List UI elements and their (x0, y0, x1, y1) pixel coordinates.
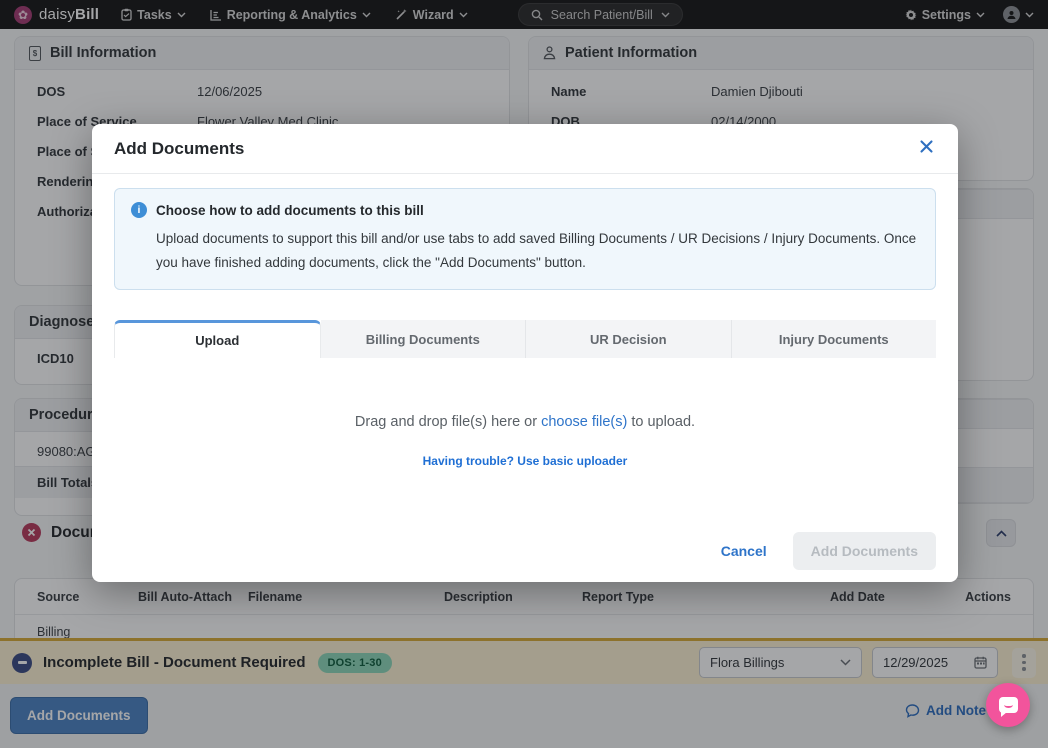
basic-uploader-link[interactable]: Having trouble? Use basic uploader (423, 454, 628, 468)
tab-upload[interactable]: Upload (114, 320, 321, 358)
modal-info-box: i Choose how to add documents to this bi… (114, 188, 936, 290)
upload-dropzone[interactable]: Drag and drop file(s) here or choose fil… (92, 358, 958, 524)
choose-files-link[interactable]: choose file(s) (541, 414, 627, 430)
close-icon[interactable] (917, 137, 936, 161)
info-body: Upload documents to support this bill an… (156, 227, 919, 274)
modal-header: Add Documents (92, 124, 958, 174)
modal-footer: Cancel Add Documents (92, 520, 958, 582)
dropzone-text: Drag and drop file(s) here or choose fil… (355, 414, 695, 430)
tab-ur-decision[interactable]: UR Decision (526, 320, 732, 358)
chat-launcher-button[interactable] (986, 683, 1030, 727)
modal-add-documents-button[interactable]: Add Documents (793, 532, 936, 570)
add-documents-modal: Add Documents i Choose how to add docume… (92, 124, 958, 582)
tab-injury-documents[interactable]: Injury Documents (732, 320, 937, 358)
info-heading-row: i Choose how to add documents to this bi… (131, 202, 919, 218)
tab-billing-documents[interactable]: Billing Documents (321, 320, 527, 358)
modal-title: Add Documents (114, 139, 244, 159)
info-icon: i (131, 202, 147, 218)
info-heading: Choose how to add documents to this bill (156, 203, 424, 218)
cancel-button[interactable]: Cancel (721, 543, 767, 559)
modal-tabs: Upload Billing Documents UR Decision Inj… (114, 320, 936, 358)
chat-bubble-icon (999, 697, 1018, 713)
